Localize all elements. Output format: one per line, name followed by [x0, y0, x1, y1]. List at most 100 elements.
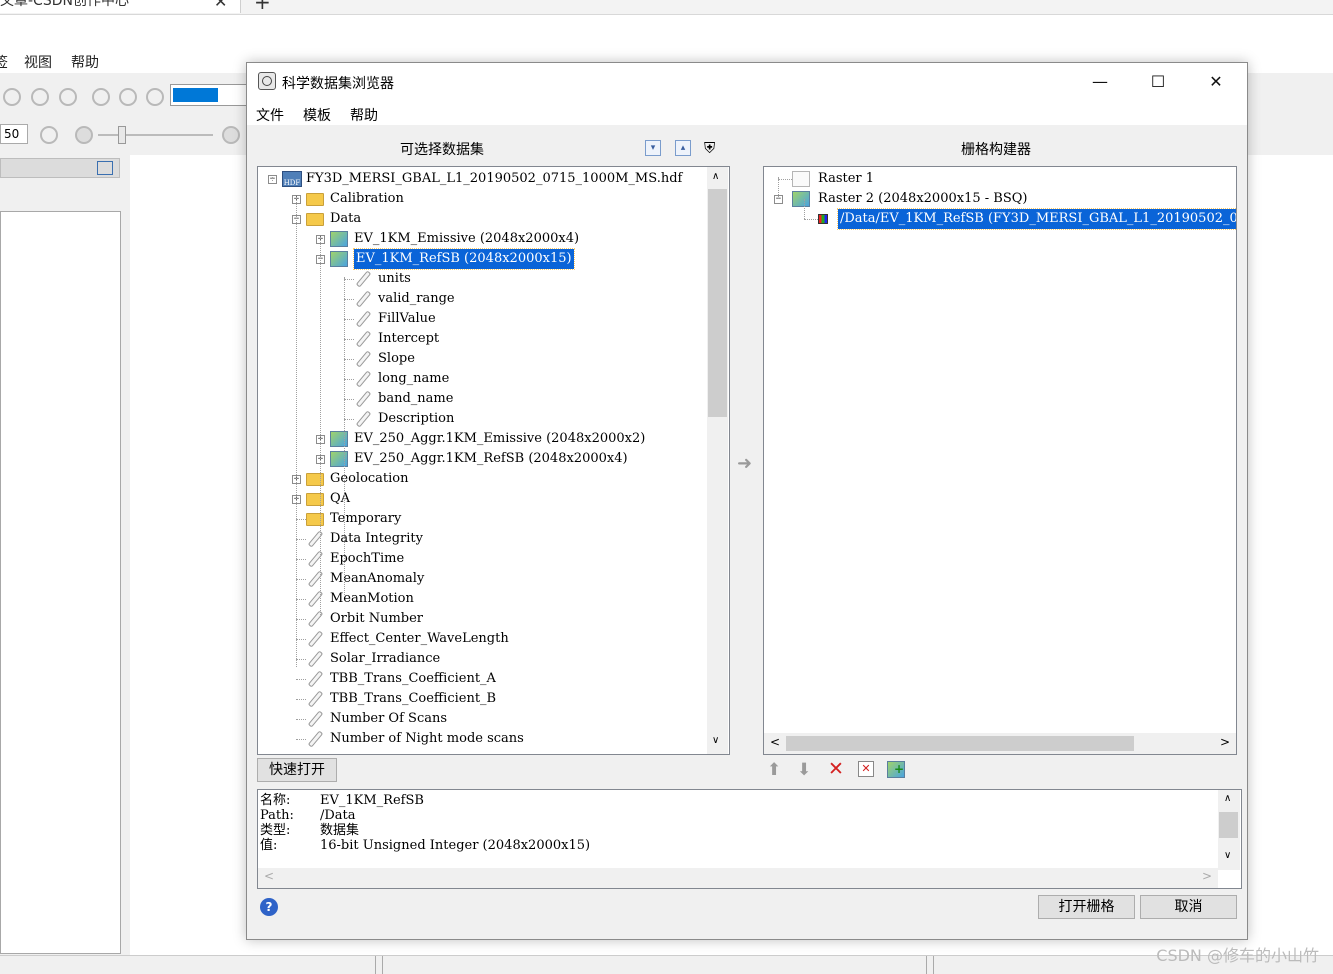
tree-row-label: Slope: [378, 351, 415, 366]
slider-min-icon[interactable]: [75, 126, 93, 144]
info-scroll-down-icon[interactable]: ∨: [1224, 850, 1231, 861]
tree-row-attr[interactable]: Number Of Scans: [258, 709, 706, 729]
tree-row-label: Effect_Center_WaveLength: [330, 631, 509, 646]
tree-row-attr[interactable]: Orbit Number: [258, 609, 706, 629]
info-key: Path:: [260, 808, 294, 823]
tree-row-dataset[interactable]: + EV_250_Aggr.1KM_RefSB (2048x2000x4): [258, 449, 706, 469]
delete-icon[interactable]: ✕: [828, 758, 844, 780]
tree-row-attr[interactable]: Solar_Irradiance: [258, 649, 706, 669]
tree-row-attr[interactable]: band_name: [258, 389, 706, 409]
collapse-down-icon[interactable]: ▾: [645, 140, 661, 156]
info-key: 名称:: [260, 793, 291, 808]
zoom-icon[interactable]: [59, 88, 77, 106]
menu-file[interactable]: 文件: [256, 105, 284, 125]
tree-row-folder[interactable]: + QA: [258, 489, 706, 509]
add-to-raster-arrow-icon[interactable]: ➜: [737, 453, 752, 474]
quick-open-button[interactable]: 快速打开: [257, 758, 337, 782]
tree-row-attr[interactable]: MeanMotion: [258, 589, 706, 609]
move-down-icon[interactable]: ⬇: [797, 760, 811, 780]
menu-template[interactable]: 模板: [303, 105, 331, 125]
scroll-left-icon[interactable]: <: [770, 735, 780, 749]
info-scroll-up-icon[interactable]: ∧: [1224, 793, 1231, 804]
hscrollbar-thumb[interactable]: [786, 736, 1134, 751]
refresh-icon[interactable]: [40, 126, 58, 144]
collapse-up-icon[interactable]: ▴: [675, 140, 691, 156]
cancel-button[interactable]: 取消: [1140, 895, 1237, 919]
pan-icon[interactable]: [3, 88, 21, 106]
scroll-right-icon[interactable]: >: [1220, 735, 1230, 749]
tree-row-attr[interactable]: EpochTime: [258, 549, 706, 569]
bg-slider-track[interactable]: [98, 134, 213, 136]
menu-help[interactable]: 帮助: [350, 105, 378, 125]
dataset-tree[interactable]: ∧ ∨ − HDF FY3D_MERSI_GBAL_L1_20190502_0715…: [257, 166, 730, 755]
info-vscrollbar[interactable]: ∧ ∨: [1218, 790, 1240, 870]
dataset-tree-scrollbar[interactable]: ∧ ∨: [707, 167, 728, 754]
raster-builder-tree[interactable]: < > Raster 1 − Raster 2 (2048x2000x15 - BS…: [763, 166, 1237, 755]
tree-row-hdf[interactable]: − HDF FY3D_MERSI_GBAL_L1_20190502_0715_100…: [258, 169, 706, 189]
binoculars-icon[interactable]: ⛨: [704, 139, 722, 157]
scrollbar-thumb[interactable]: [708, 189, 727, 417]
dialog-title-bar[interactable]: 科学数据集浏览器 — ☐ ✕: [247, 63, 1247, 101]
tree-row-dataset[interactable]: + EV_250_Aggr.1KM_Emissive (2048x2000x2): [258, 429, 706, 449]
tree-row-dataset[interactable]: + EV_1KM_Emissive (2048x2000x4): [258, 229, 706, 249]
scroll-down-icon[interactable]: ∨: [712, 735, 719, 746]
bg-zoom-field[interactable]: 50: [0, 124, 28, 144]
tree-row-attr[interactable]: Effect_Center_WaveLength: [258, 629, 706, 649]
new-tab-icon[interactable]: +: [254, 0, 271, 14]
tree-row-attr[interactable]: Data Integrity: [258, 529, 706, 549]
maximize-button[interactable]: ☐: [1129, 63, 1187, 101]
minimize-button[interactable]: —: [1071, 63, 1129, 101]
tree-row-attr[interactable]: TBB_Trans_Coefficient_A: [258, 669, 706, 689]
close-button[interactable]: ✕: [1187, 63, 1245, 101]
zoom-in-icon[interactable]: [92, 88, 110, 106]
attribute-icon: [354, 411, 370, 427]
tree-row-label: Data: [330, 211, 362, 226]
add-raster-icon[interactable]: +: [887, 761, 905, 778]
info-scrollbar-thumb[interactable]: [1219, 812, 1238, 838]
zoom-out-icon[interactable]: [119, 88, 137, 106]
hdf-file-icon: HDF: [282, 171, 302, 187]
open-raster-button[interactable]: 打开栅格: [1038, 895, 1135, 919]
rotate-icon[interactable]: [31, 88, 49, 106]
browser-tab[interactable]: 文章-CSDN创作中心: [0, 0, 241, 13]
bg-menu-item[interactable]: 签: [0, 52, 8, 72]
info-hscrollbar[interactable]: < >: [258, 868, 1218, 888]
info-scroll-right-icon[interactable]: >: [1202, 869, 1212, 883]
tree-row-label: Description: [378, 411, 455, 426]
bg-menu-view[interactable]: 视图: [24, 52, 52, 72]
tree-row-attr[interactable]: long_name: [258, 369, 706, 389]
dock-icon[interactable]: [97, 161, 113, 175]
tree-row-attr[interactable]: valid_range: [258, 289, 706, 309]
raster-tree-row[interactable]: − Raster 2 (2048x2000x15 - BSQ): [764, 189, 1236, 209]
tree-row-dataset[interactable]: − EV_1KM_RefSB (2048x2000x15): [258, 248, 706, 270]
tree-row-attr[interactable]: FillValue: [258, 309, 706, 329]
raster-tree-row[interactable]: /Data/EV_1KM_RefSB (FY3D_MERSI_GBAL_L1_2…: [764, 208, 1236, 230]
right-panel-header: 栅格构建器: [961, 142, 1031, 158]
dialog-menu-bar: [247, 101, 1247, 125]
tree-row-attr[interactable]: Description: [258, 409, 706, 429]
info-scroll-left-icon[interactable]: <: [264, 869, 274, 883]
tree-row-attr[interactable]: MeanAnomaly: [258, 569, 706, 589]
tree-row-folder[interactable]: Temporary: [258, 509, 706, 529]
tree-row-folder[interactable]: + Geolocation: [258, 469, 706, 489]
help-icon[interactable]: ?: [260, 898, 278, 916]
move-up-icon[interactable]: ⬆: [767, 760, 781, 780]
tree-row-attr[interactable]: Intercept: [258, 329, 706, 349]
attribute-icon: [354, 271, 370, 287]
tree-row-folder[interactable]: + Calibration: [258, 189, 706, 209]
tree-row-attr[interactable]: units: [258, 269, 706, 289]
tree-row-attr[interactable]: Number of Night mode scans: [258, 729, 706, 749]
bg-menu-help[interactable]: 帮助: [71, 52, 99, 72]
browser-tab-close-icon[interactable]: ✕: [214, 0, 227, 11]
raster-tree-row[interactable]: Raster 1: [764, 169, 1236, 189]
tree-row-attr[interactable]: Slope: [258, 349, 706, 369]
tree-row-attr[interactable]: TBB_Trans_Coefficient_B: [258, 689, 706, 709]
slider-max-icon[interactable]: [222, 126, 240, 144]
zoom-fit-icon[interactable]: [146, 88, 164, 106]
tree-row-folder[interactable]: − Data: [258, 209, 706, 229]
scroll-up-icon[interactable]: ∧: [712, 171, 719, 182]
raster-builder-hscrollbar[interactable]: < >: [764, 733, 1236, 754]
info-key: 值:: [260, 838, 278, 853]
clear-icon[interactable]: ✕: [858, 761, 874, 777]
bg-slider-thumb[interactable]: [118, 126, 126, 144]
